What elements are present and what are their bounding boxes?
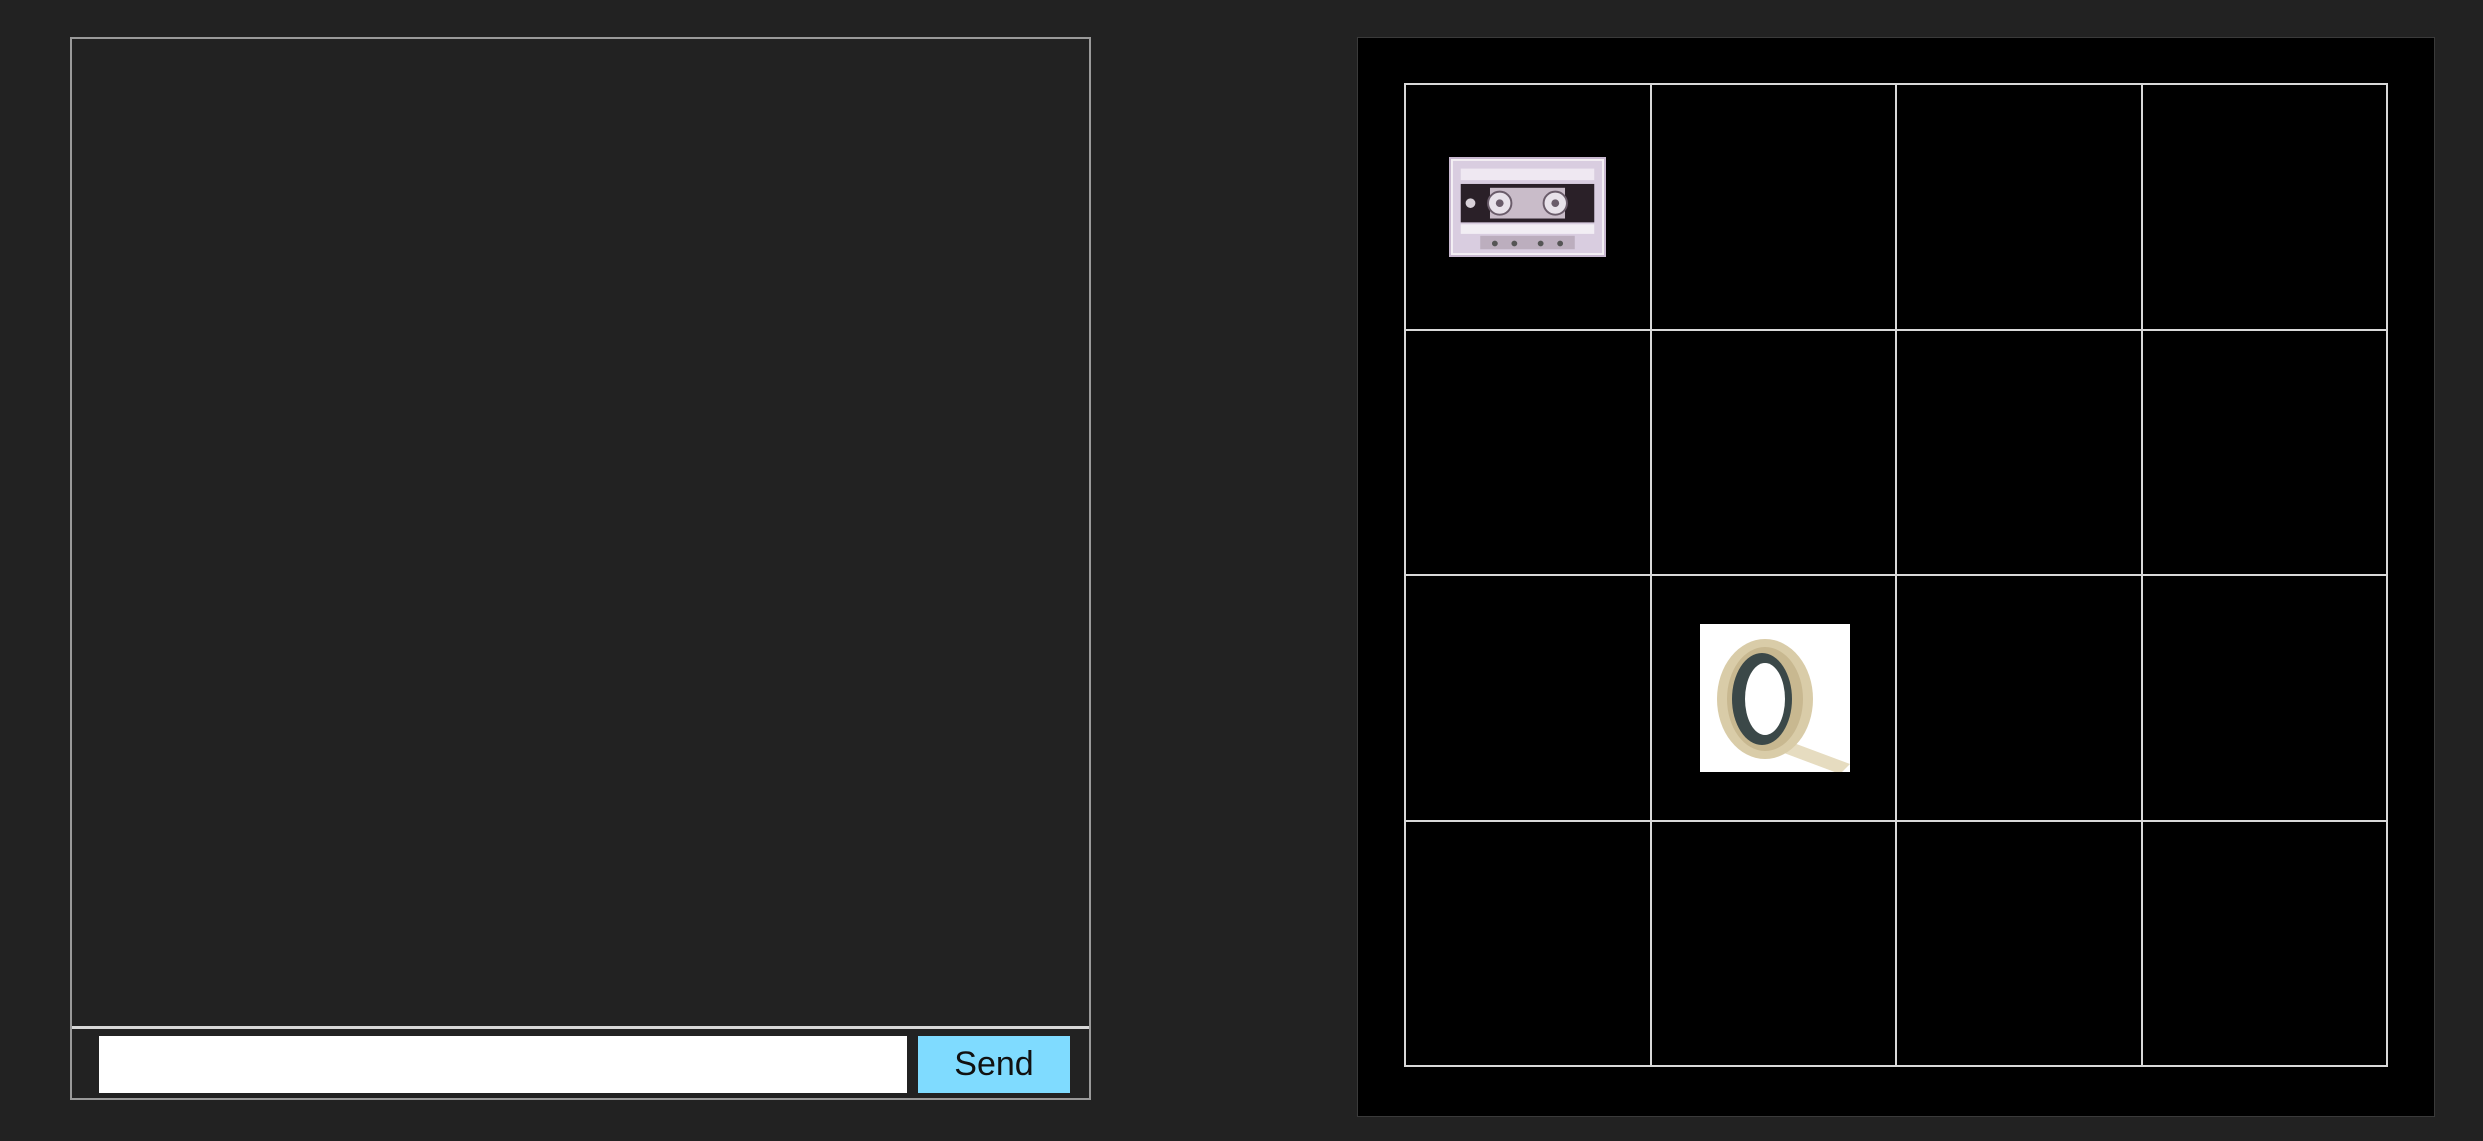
grid-cell[interactable] — [1406, 85, 1652, 331]
masking-tape-roll-icon[interactable] — [1699, 624, 1850, 772]
grid-cell[interactable] — [1651, 85, 1897, 331]
grid-cell[interactable] — [2142, 330, 2388, 576]
grid-cell[interactable] — [1406, 330, 1652, 576]
game-grid — [1404, 83, 2388, 1067]
chat-panel: Send — [70, 37, 1091, 1100]
grid-cell[interactable] — [1897, 821, 2143, 1067]
cassette-tape-icon[interactable] — [1449, 157, 1606, 257]
game-board-panel — [1357, 37, 2435, 1117]
grid-cell[interactable] — [1897, 330, 2143, 576]
grid-cell[interactable] — [1406, 576, 1652, 822]
chat-log[interactable] — [72, 39, 1089, 1028]
grid-cell[interactable] — [1897, 576, 2143, 822]
grid-cell[interactable] — [2142, 85, 2388, 331]
send-button[interactable]: Send — [918, 1036, 1070, 1093]
message-input[interactable] — [99, 1036, 907, 1093]
grid-cell[interactable] — [1651, 330, 1897, 576]
grid-cell[interactable] — [1651, 576, 1897, 822]
grid-cell[interactable] — [1651, 821, 1897, 1067]
grid-cell[interactable] — [1897, 85, 2143, 331]
grid-cell[interactable] — [2142, 576, 2388, 822]
grid-cell[interactable] — [1406, 821, 1652, 1067]
grid-cell[interactable] — [2142, 821, 2388, 1067]
chat-divider — [72, 1026, 1089, 1029]
